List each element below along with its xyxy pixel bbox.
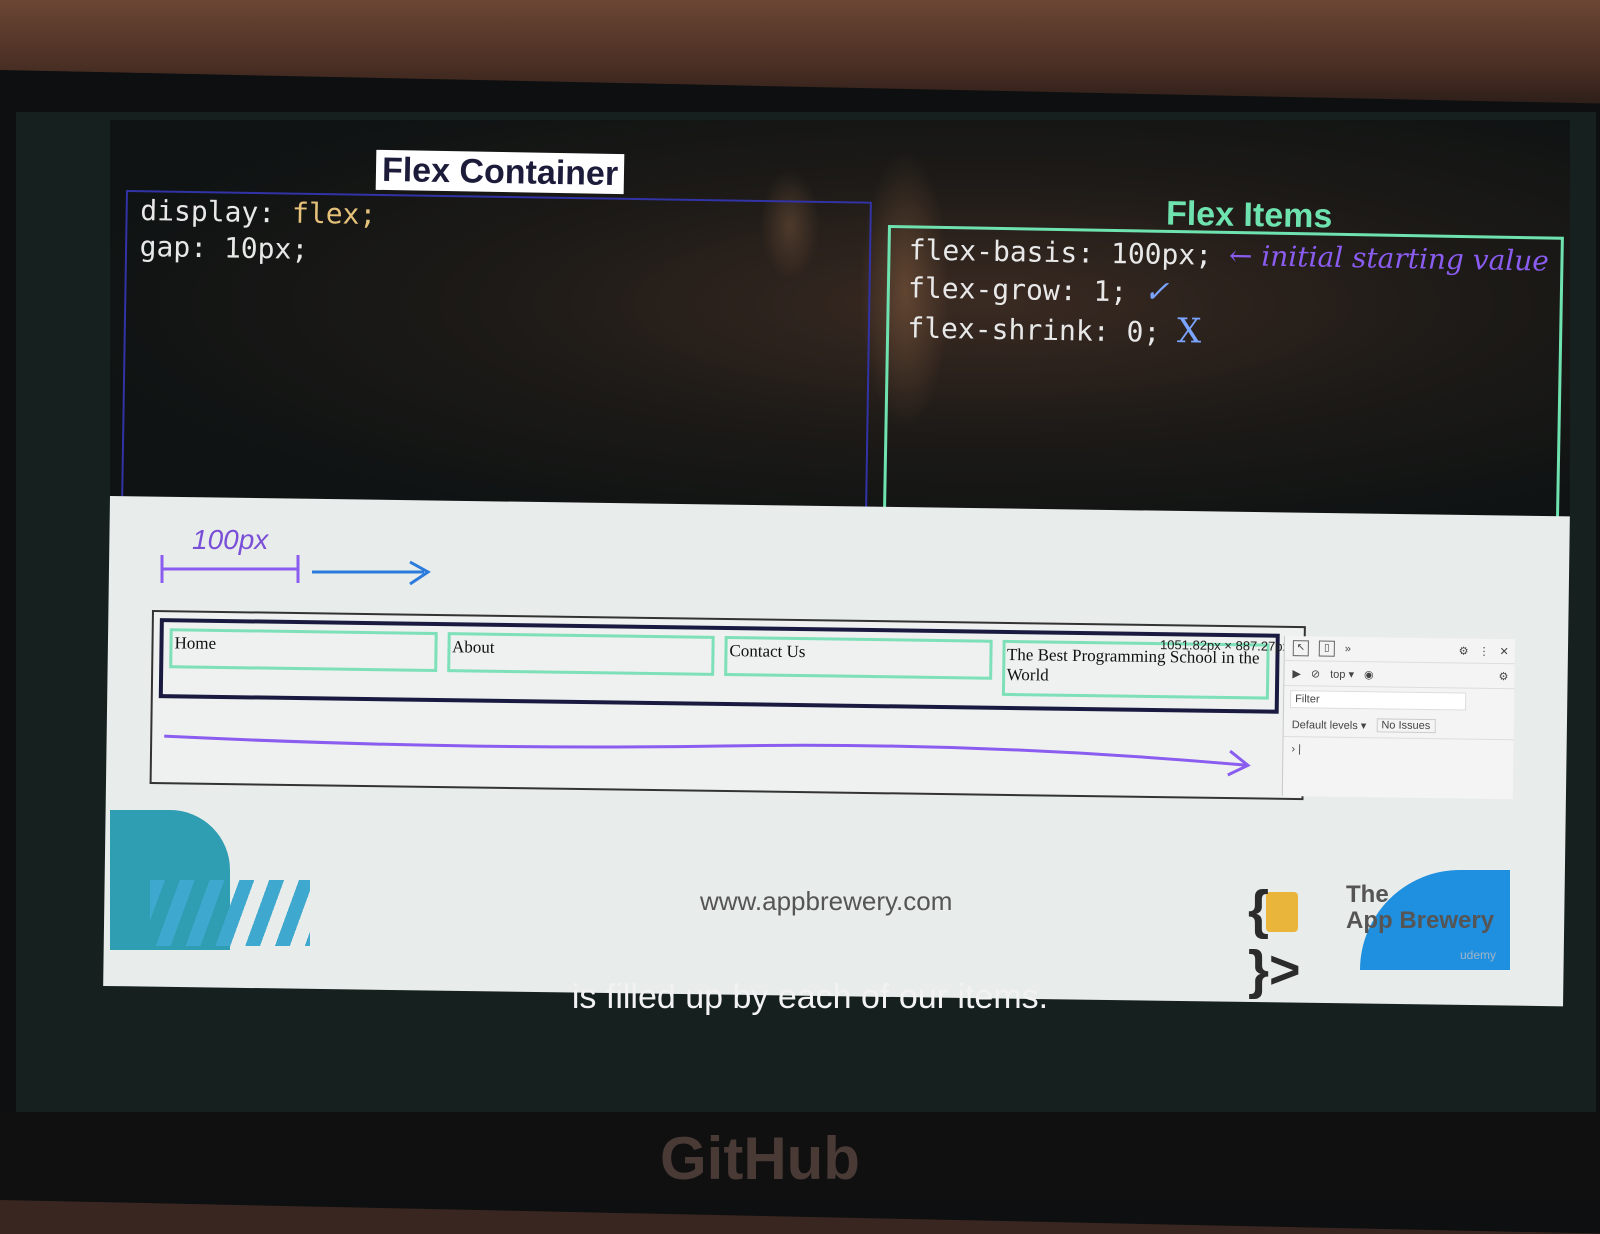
more-tabs-icon[interactable]: » [1345, 643, 1351, 655]
decorative-stripes [150, 880, 310, 946]
css-value: 1; [1093, 274, 1128, 309]
footer-url: www.appbrewery.com [700, 886, 953, 916]
dimension-readout: 1051.82px × 887.27px [1159, 637, 1290, 654]
console-prompt[interactable]: › | [1283, 737, 1513, 764]
css-value: flex; [291, 196, 377, 232]
css-value: 100px; [1110, 236, 1213, 272]
annotation-initial-value: ← initial starting value [1228, 239, 1550, 278]
nav-item-contact[interactable]: Contact Us [724, 635, 993, 680]
css-value: 0; [1126, 315, 1161, 349]
devtools-toolbar: ↖ ▯ » ⚙ ⋮ ✕ [1284, 636, 1515, 665]
nav-item-about[interactable]: About [446, 632, 715, 676]
ruler-label: 100px [192, 524, 269, 555]
console-levels-row: Default levels ▾ No Issues [1283, 712, 1514, 741]
close-icon[interactable]: ✕ [1500, 645, 1515, 658]
device-toggle-icon[interactable]: ▯ [1318, 640, 1335, 657]
log-levels-dropdown[interactable]: Default levels ▾ [1292, 718, 1367, 732]
flex-container-code: display: flex; gap: 10px; [139, 193, 376, 269]
context-selector[interactable]: top ▾ [1330, 667, 1354, 680]
github-sticker: GitHub [660, 1125, 860, 1192]
console-filter-input[interactable]: Filter [1289, 690, 1467, 711]
cross-icon: X [1176, 311, 1202, 352]
flex-nav-container: Home About Contact Us The Best Programmi… [158, 618, 1280, 714]
css-property: flex-basis: [908, 233, 1095, 270]
gear-icon[interactable]: ⚙ [1459, 644, 1469, 657]
clear-console-icon[interactable]: ⊘ [1311, 667, 1320, 680]
issues-button[interactable]: No Issues [1376, 718, 1436, 734]
nav-item-home[interactable]: Home [169, 628, 438, 672]
rendered-page-preview: Home About Contact Us The Best Programmi… [149, 610, 1306, 801]
brand-line1: The [1346, 881, 1389, 908]
inspect-icon[interactable]: ↖ [1292, 640, 1309, 657]
css-property: gap: [139, 229, 208, 265]
css-property: display: [140, 193, 276, 230]
width-arrow-annotation [164, 734, 1251, 777]
eye-icon[interactable]: ◉ [1364, 668, 1374, 681]
devtools-panel: ↖ ▯ » ⚙ ⋮ ✕ ▶ ⊘ top ▾ ◉ ⚙ Filter Default… [1281, 636, 1515, 800]
css-property: flex-shrink: [907, 311, 1110, 348]
console-settings-icon[interactable]: ⚙ [1498, 670, 1514, 683]
sidebar-toggle-icon[interactable]: ▶ [1292, 667, 1301, 680]
flex-container-title: Flex Container [375, 149, 625, 195]
video-caption: is filled up by each of our items. [571, 978, 1049, 1016]
brand-line2: App Brewery [1346, 907, 1495, 934]
menu-icon[interactable]: ⋮ [1479, 644, 1490, 657]
grow-arrow-icon [312, 560, 431, 586]
code-line: display: flex; [140, 193, 377, 233]
checkmark-icon: ✓ [1143, 274, 1170, 310]
css-property: flex-grow: [907, 271, 1077, 308]
brand-name: The App Brewery [1346, 882, 1494, 934]
code-line: gap: 10px; [139, 229, 376, 269]
console-toolbar: ▶ ⊘ top ▾ ◉ ⚙ [1284, 661, 1515, 690]
ruler-annotation [160, 555, 300, 583]
flex-items-code: flex-basis: 100px; ← initial starting va… [907, 232, 1549, 357]
css-value: 10px; [223, 231, 309, 266]
udemy-watermark: udemy [1460, 948, 1497, 962]
